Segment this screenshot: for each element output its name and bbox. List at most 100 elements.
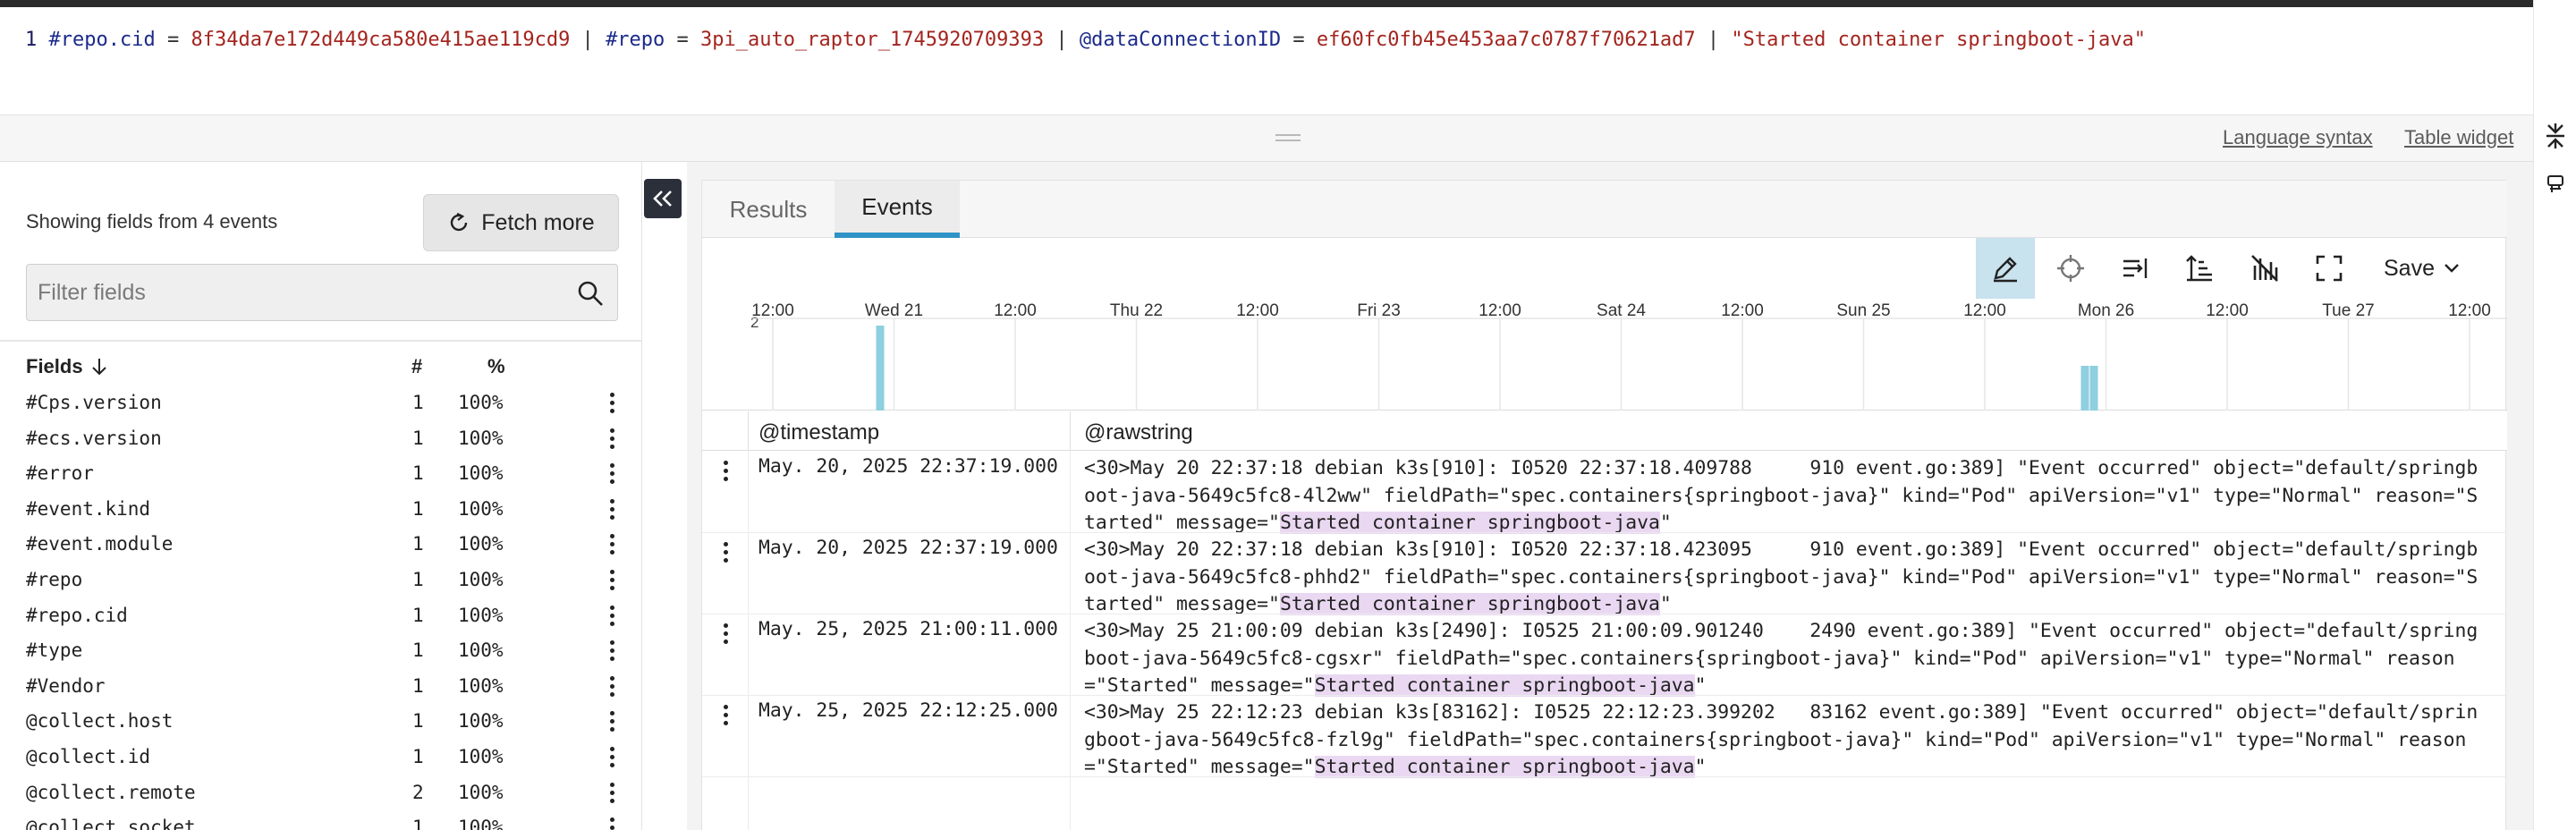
- rawstring-text: tarted" message=": [1084, 593, 1280, 615]
- timestamp-column-header[interactable]: @timestamp: [758, 420, 879, 445]
- right-rail: [2533, 0, 2576, 830]
- collapse-sidebar-button[interactable]: [644, 179, 682, 218]
- crosshair-button[interactable]: [2041, 238, 2100, 299]
- field-row[interactable]: #repo.cid 1 100%: [0, 598, 642, 634]
- rawstring-column-header[interactable]: @rawstring: [1084, 420, 1193, 445]
- kebab-menu-icon[interactable]: [606, 534, 617, 555]
- chevron-down-icon: [2445, 264, 2459, 273]
- event-row[interactable]: May. 25, 2025 22:12:25.000 <30>May 25 22:…: [702, 696, 2507, 778]
- field-row[interactable]: @collect.host 1 100%: [0, 704, 642, 740]
- kebab-menu-icon[interactable]: [606, 463, 617, 485]
- field-count: 1: [412, 569, 424, 590]
- collapse-vertical-icon[interactable]: [2543, 123, 2568, 148]
- field-row[interactable]: #type 1 100%: [0, 633, 642, 669]
- widget-icon[interactable]: [2543, 172, 2568, 197]
- field-row[interactable]: #error 1 100%: [0, 456, 642, 492]
- timeline-bar[interactable]: [2089, 366, 2098, 411]
- sort-button[interactable]: [2170, 238, 2229, 299]
- timeline-bar[interactable]: [876, 326, 885, 411]
- event-row[interactable]: May. 25, 2025 21:00:11.000 <30>May 25 21:…: [702, 614, 2507, 697]
- query-text[interactable]: #repo.cid = 8f34da7e172d449ca580e415ae11…: [49, 29, 2147, 51]
- event-row[interactable]: May. 20, 2025 22:37:19.000 <30>May 20 22:…: [702, 533, 2507, 615]
- search-highlight: Started container springboot-java: [1279, 512, 1660, 534]
- column-separator[interactable]: [1070, 411, 1071, 451]
- language-syntax-link[interactable]: Language syntax: [2223, 126, 2373, 149]
- rawstring-line: <30>May 25 22:12:23 debian k3s[83162]: I…: [1084, 701, 2479, 724]
- rawstring-line: oot-java-5649c5fc8-phhd2" fieldPath="spe…: [1084, 565, 2479, 589]
- rawstring-line: <30>May 25 21:00:09 debian k3s[2490]: I0…: [1084, 620, 2479, 642]
- field-count: 1: [412, 710, 424, 733]
- row-menu-icon[interactable]: [720, 623, 731, 645]
- kebab-menu-icon[interactable]: [606, 711, 617, 733]
- kebab-menu-icon[interactable]: [606, 498, 617, 521]
- timeline-bar[interactable]: [2080, 366, 2089, 411]
- tab-events[interactable]: Events: [835, 181, 960, 238]
- field-name: #event.module: [26, 533, 174, 555]
- fullscreen-button[interactable]: [2300, 238, 2359, 299]
- rawstring-line: gboot-java-5649c5fc8-fzl9g" fieldPath="s…: [1084, 728, 2467, 751]
- field-name: @collect.remote: [26, 781, 196, 803]
- field-row[interactable]: @collect.socket 1 100%: [0, 810, 642, 830]
- kebab-menu-icon[interactable]: [606, 393, 617, 414]
- field-percent: 100%: [458, 746, 504, 767]
- filter-fields-input[interactable]: [38, 265, 556, 320]
- fetch-more-button[interactable]: Fetch more: [423, 194, 619, 251]
- query-line[interactable]: 1 #repo.cid = 8f34da7e172d449ca580e415ae…: [25, 22, 2146, 58]
- field-row[interactable]: @collect.remote 2 100%: [0, 775, 642, 811]
- events-grid-header: @timestamp @rawstring: [702, 411, 2507, 451]
- chart-toggle-button[interactable]: [2235, 238, 2294, 299]
- field-row[interactable]: #ecs.version 1 100%: [0, 421, 642, 457]
- event-row[interactable]: May. 20, 2025 22:37:19.000 <30>May 20 22:…: [702, 452, 2507, 534]
- kebab-menu-icon[interactable]: [606, 640, 617, 662]
- search-icon[interactable]: [576, 279, 605, 308]
- field-row[interactable]: #Cps.version 1 100%: [0, 385, 642, 421]
- event-rawstring: <30>May 20 22:37:18 debian k3s[910]: I05…: [1084, 537, 2497, 619]
- kebab-menu-icon[interactable]: [606, 782, 617, 804]
- field-row[interactable]: #event.kind 1 100%: [0, 492, 642, 528]
- event-timestamp: May. 20, 2025 22:37:19.000: [758, 537, 1058, 559]
- fields-sidebar: Showing fields from 4 events Fetch more …: [0, 162, 642, 830]
- rawstring-line: oot-java-5649c5fc8-4l2ww" fieldPath="spe…: [1084, 484, 2479, 507]
- field-row[interactable]: #Vendor 1 100%: [0, 669, 642, 705]
- row-menu-icon[interactable]: [720, 705, 731, 726]
- field-row[interactable]: #event.module 1 100%: [0, 527, 642, 563]
- field-row[interactable]: #repo 1 100%: [0, 563, 642, 598]
- tab-results[interactable]: Results: [702, 181, 835, 238]
- row-menu-icon[interactable]: [720, 461, 731, 482]
- field-name: #ecs.version: [26, 427, 162, 449]
- timeline-tick-label: Tue 27: [2322, 301, 2375, 320]
- event-timeline-chart[interactable]: 2 12:00 Wed 21 12:00 Thu 22 12:00 Fri 23 12:00…: [702, 299, 2507, 411]
- save-dropdown[interactable]: Save: [2384, 252, 2460, 284]
- crosshair-icon: [2057, 255, 2084, 282]
- kebab-menu-icon[interactable]: [606, 605, 617, 627]
- resize-handle[interactable]: [1275, 134, 1301, 143]
- query-token-op: =: [1281, 29, 1317, 51]
- query-token-op: =: [665, 29, 701, 51]
- field-row[interactable]: @collect.id 1 100%: [0, 740, 642, 775]
- kebab-menu-icon[interactable]: [606, 817, 617, 830]
- pencil-button[interactable]: [1976, 238, 2035, 299]
- query-token-field: #repo: [606, 29, 665, 51]
- field-percent: 100%: [458, 817, 504, 830]
- align-right-button[interactable]: [2106, 238, 2165, 299]
- query-editor[interactable]: 1 #repo.cid = 8f34da7e172d449ca580e415ae…: [0, 7, 2533, 115]
- row-menu-icon[interactable]: [720, 542, 731, 563]
- timeline-tick-label: Sun 25: [1836, 301, 1891, 320]
- rawstring-text: ="Started" message=": [1084, 674, 1315, 697]
- chart-off-icon: [2251, 255, 2278, 282]
- kebab-menu-icon[interactable]: [606, 428, 617, 450]
- field-count: 1: [412, 639, 424, 662]
- timeline-tick-label: Sat 24: [1597, 301, 1646, 320]
- table-widget-link[interactable]: Table widget: [2404, 126, 2513, 149]
- kebab-menu-icon[interactable]: [606, 675, 617, 698]
- fullscreen-icon: [2316, 255, 2343, 282]
- fields-sort-header[interactable]: Fields: [26, 355, 108, 378]
- kebab-menu-icon[interactable]: [606, 747, 617, 768]
- timeline-tick-label: 12:00: [994, 301, 1037, 320]
- field-percent: 100%: [458, 392, 504, 413]
- kebab-menu-icon[interactable]: [606, 570, 617, 591]
- timeline-tick-label: 12:00: [751, 301, 794, 320]
- timeline-tick-label: 12:00: [1479, 301, 1521, 320]
- field-percent: 100%: [458, 569, 504, 590]
- field-name: #Cps.version: [26, 392, 162, 413]
